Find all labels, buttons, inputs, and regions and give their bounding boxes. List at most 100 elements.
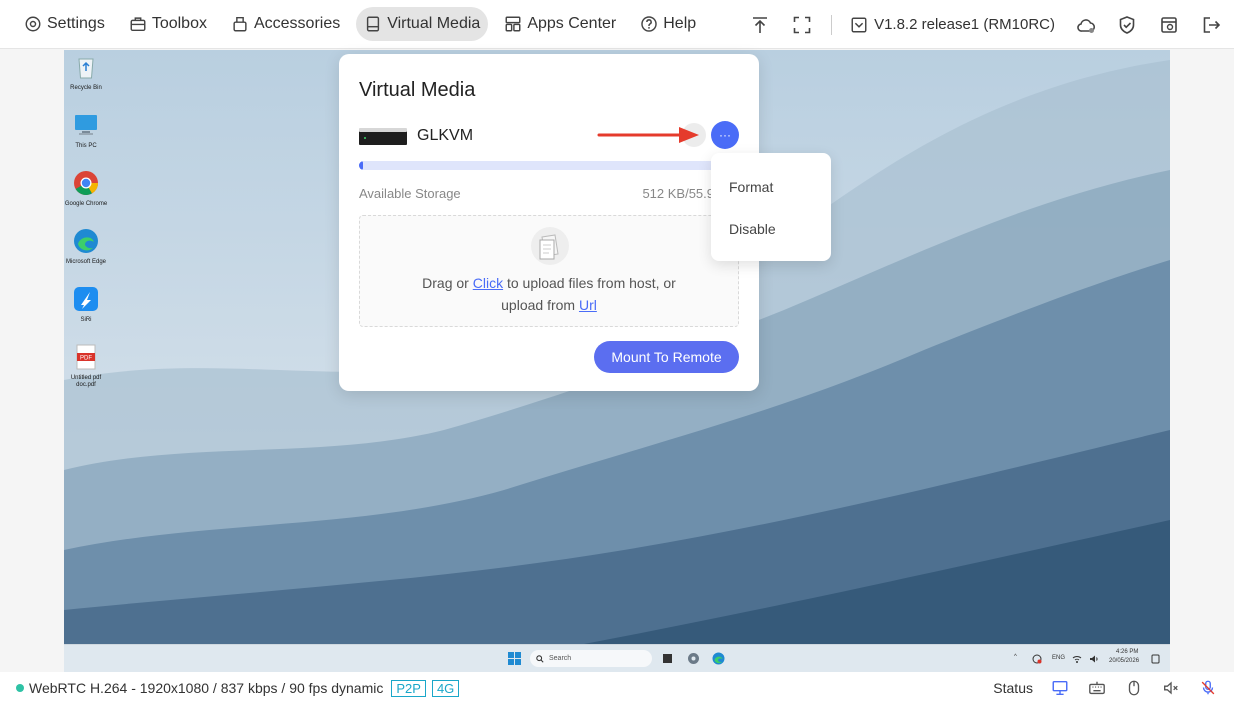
stream-info: WebRTC H.264 - 1920x1080 / 837 kbps / 90… bbox=[29, 680, 384, 696]
virtual-media-panel: Virtual Media GLKVM ··· Available Storag… bbox=[339, 54, 759, 391]
top-toolbar: Settings Toolbox Accessories Virtual Med… bbox=[0, 0, 1234, 49]
speaker-muted-icon[interactable] bbox=[1161, 678, 1181, 698]
nav-settings[interactable]: Settings bbox=[16, 7, 113, 41]
cloud-icon[interactable] bbox=[1075, 14, 1097, 36]
nav-accessories-label: Accessories bbox=[253, 15, 341, 32]
remote-taskbar: Search ^ ENG 4:26 PM 20/05/2026 bbox=[64, 644, 1170, 673]
version-text: V1.8.2 release1 (RM10RC) bbox=[874, 16, 1055, 33]
nav-settings-label: Settings bbox=[47, 15, 105, 32]
nav-virtual-media[interactable]: Virtual Media bbox=[356, 7, 489, 41]
tray-date[interactable]: 20/05/2026 bbox=[1109, 658, 1139, 664]
desktop-icon-edge[interactable]: Microsoft Edge bbox=[64, 228, 108, 266]
desktop-icon-chrome[interactable]: Google Chrome bbox=[64, 170, 108, 208]
desktop-icon-this-pc[interactable]: This PC bbox=[64, 112, 108, 150]
settings-gear-icon[interactable] bbox=[687, 652, 700, 665]
chrome-icon bbox=[74, 171, 98, 196]
desktop-icon-label: SiRi bbox=[80, 317, 92, 323]
usb-drive-icon bbox=[359, 128, 407, 145]
tray-time[interactable]: 4:26 PM bbox=[1116, 649, 1138, 655]
settings-icon bbox=[25, 16, 41, 32]
upload-line2-prefix: upload from bbox=[501, 297, 579, 313]
notification-icon[interactable] bbox=[1151, 654, 1160, 664]
fullscreen-icon[interactable] bbox=[791, 14, 813, 36]
4g-badge: 4G bbox=[431, 679, 460, 697]
windows-start-icon[interactable] bbox=[508, 652, 521, 665]
toolbar-right: V1.8.2 release1 (RM10RC) bbox=[749, 0, 1234, 49]
panel-title: Virtual Media bbox=[359, 79, 476, 101]
status-bar-right: Status bbox=[993, 672, 1234, 704]
nav-help-label: Help bbox=[663, 15, 697, 32]
storage-progress-fill bbox=[359, 161, 363, 170]
toolbox-icon bbox=[130, 17, 146, 32]
version-info[interactable]: V1.8.2 release1 (RM10RC) bbox=[850, 16, 1055, 34]
upload-instructions-line1: Drag or Click to upload files from host,… bbox=[360, 275, 738, 291]
monitor-icon[interactable] bbox=[1050, 678, 1070, 698]
toolbar-divider bbox=[831, 14, 833, 35]
wifi-icon[interactable] bbox=[1072, 654, 1082, 664]
p2p-badge: P2P bbox=[391, 679, 426, 697]
storage-label: Available Storage bbox=[359, 186, 461, 201]
tray-chevron-icon[interactable]: ^ bbox=[1014, 654, 1017, 660]
connection-status-dot bbox=[16, 684, 24, 692]
nav-accessories[interactable]: Accessories bbox=[223, 7, 348, 41]
mount-to-remote-button[interactable]: Mount To Remote bbox=[594, 341, 739, 373]
more-options-button[interactable]: ··· bbox=[711, 121, 739, 149]
more-options-menu: Format Disable bbox=[711, 153, 831, 261]
apps-icon bbox=[505, 16, 521, 32]
recycle-bin-icon bbox=[78, 58, 94, 79]
browser-icon[interactable] bbox=[1158, 14, 1180, 36]
upload-instructions-line2: upload from Url bbox=[360, 297, 738, 313]
url-upload-link[interactable]: Url bbox=[579, 297, 597, 313]
desktop-icon-label: Untitled pdf doc.pdf bbox=[70, 375, 102, 388]
storage-progress-bar bbox=[359, 161, 739, 170]
more-dots-icon: ··· bbox=[719, 128, 731, 142]
taskbar-search[interactable]: Search bbox=[530, 650, 652, 667]
desktop-icon-label: Microsoft Edge bbox=[65, 259, 107, 265]
edge-taskbar-icon[interactable] bbox=[712, 652, 725, 665]
app-icon bbox=[74, 287, 98, 311]
desktop-icon-recycle-bin[interactable]: Recycle Bin bbox=[64, 54, 108, 92]
nav-apps-center[interactable]: Apps Center bbox=[496, 7, 624, 41]
shield-icon[interactable] bbox=[1116, 14, 1138, 36]
desktop-icon-label: This PC bbox=[75, 143, 97, 149]
status-bar: WebRTC H.264 - 1920x1080 / 837 kbps / 90… bbox=[0, 672, 1234, 704]
volume-icon[interactable] bbox=[1089, 654, 1099, 664]
upload-prefix: Drag or bbox=[422, 275, 473, 291]
network-icon[interactable] bbox=[1032, 654, 1042, 664]
storage-value: 512 KB/55.9 bbox=[642, 186, 714, 201]
logout-icon[interactable] bbox=[1200, 14, 1222, 36]
status-label[interactable]: Status bbox=[993, 680, 1033, 696]
svg-text:PDF: PDF bbox=[80, 356, 92, 362]
help-icon bbox=[641, 16, 657, 32]
keyboard-icon[interactable] bbox=[1087, 678, 1107, 698]
nav-toolbox-label: Toolbox bbox=[151, 15, 207, 32]
pdf-file-icon: PDF bbox=[76, 344, 96, 370]
nav-apps-center-label: Apps Center bbox=[527, 15, 617, 32]
microphone-muted-icon[interactable] bbox=[1198, 678, 1218, 698]
drive-icon bbox=[367, 16, 380, 32]
desktop-icon-label: Recycle Bin bbox=[70, 85, 102, 91]
upload-icon[interactable] bbox=[749, 14, 771, 36]
menu-item-disable[interactable]: Disable bbox=[729, 221, 776, 237]
menu-item-format[interactable]: Format bbox=[729, 179, 773, 195]
nav-toolbox[interactable]: Toolbox bbox=[121, 7, 215, 41]
tray-language[interactable]: ENG bbox=[1052, 655, 1065, 661]
nav-help[interactable]: Help bbox=[632, 7, 704, 41]
click-upload-link[interactable]: Click bbox=[473, 275, 503, 291]
computer-icon bbox=[75, 115, 97, 135]
mouse-icon[interactable] bbox=[1124, 678, 1144, 698]
task-view-icon[interactable] bbox=[662, 653, 673, 664]
upload-dropzone[interactable]: Drag or Click to upload files from host,… bbox=[359, 215, 739, 327]
drive-name: GLKVM bbox=[417, 127, 474, 144]
accessories-icon bbox=[233, 16, 247, 32]
search-icon bbox=[536, 654, 544, 663]
desktop-icon-pdf[interactable]: PDF Untitled pdf doc.pdf bbox=[64, 344, 108, 389]
firmware-icon bbox=[851, 17, 867, 32]
red-arrow-annotation bbox=[597, 123, 706, 147]
upload-middle: to upload files from host, or bbox=[503, 275, 676, 291]
nav-virtual-media-label: Virtual Media bbox=[387, 15, 481, 32]
desktop-icon-siri[interactable]: SiRi bbox=[64, 286, 108, 324]
edge-icon bbox=[74, 229, 98, 253]
desktop-icon-label: Google Chrome bbox=[64, 201, 108, 207]
file-upload-icon bbox=[531, 227, 569, 265]
